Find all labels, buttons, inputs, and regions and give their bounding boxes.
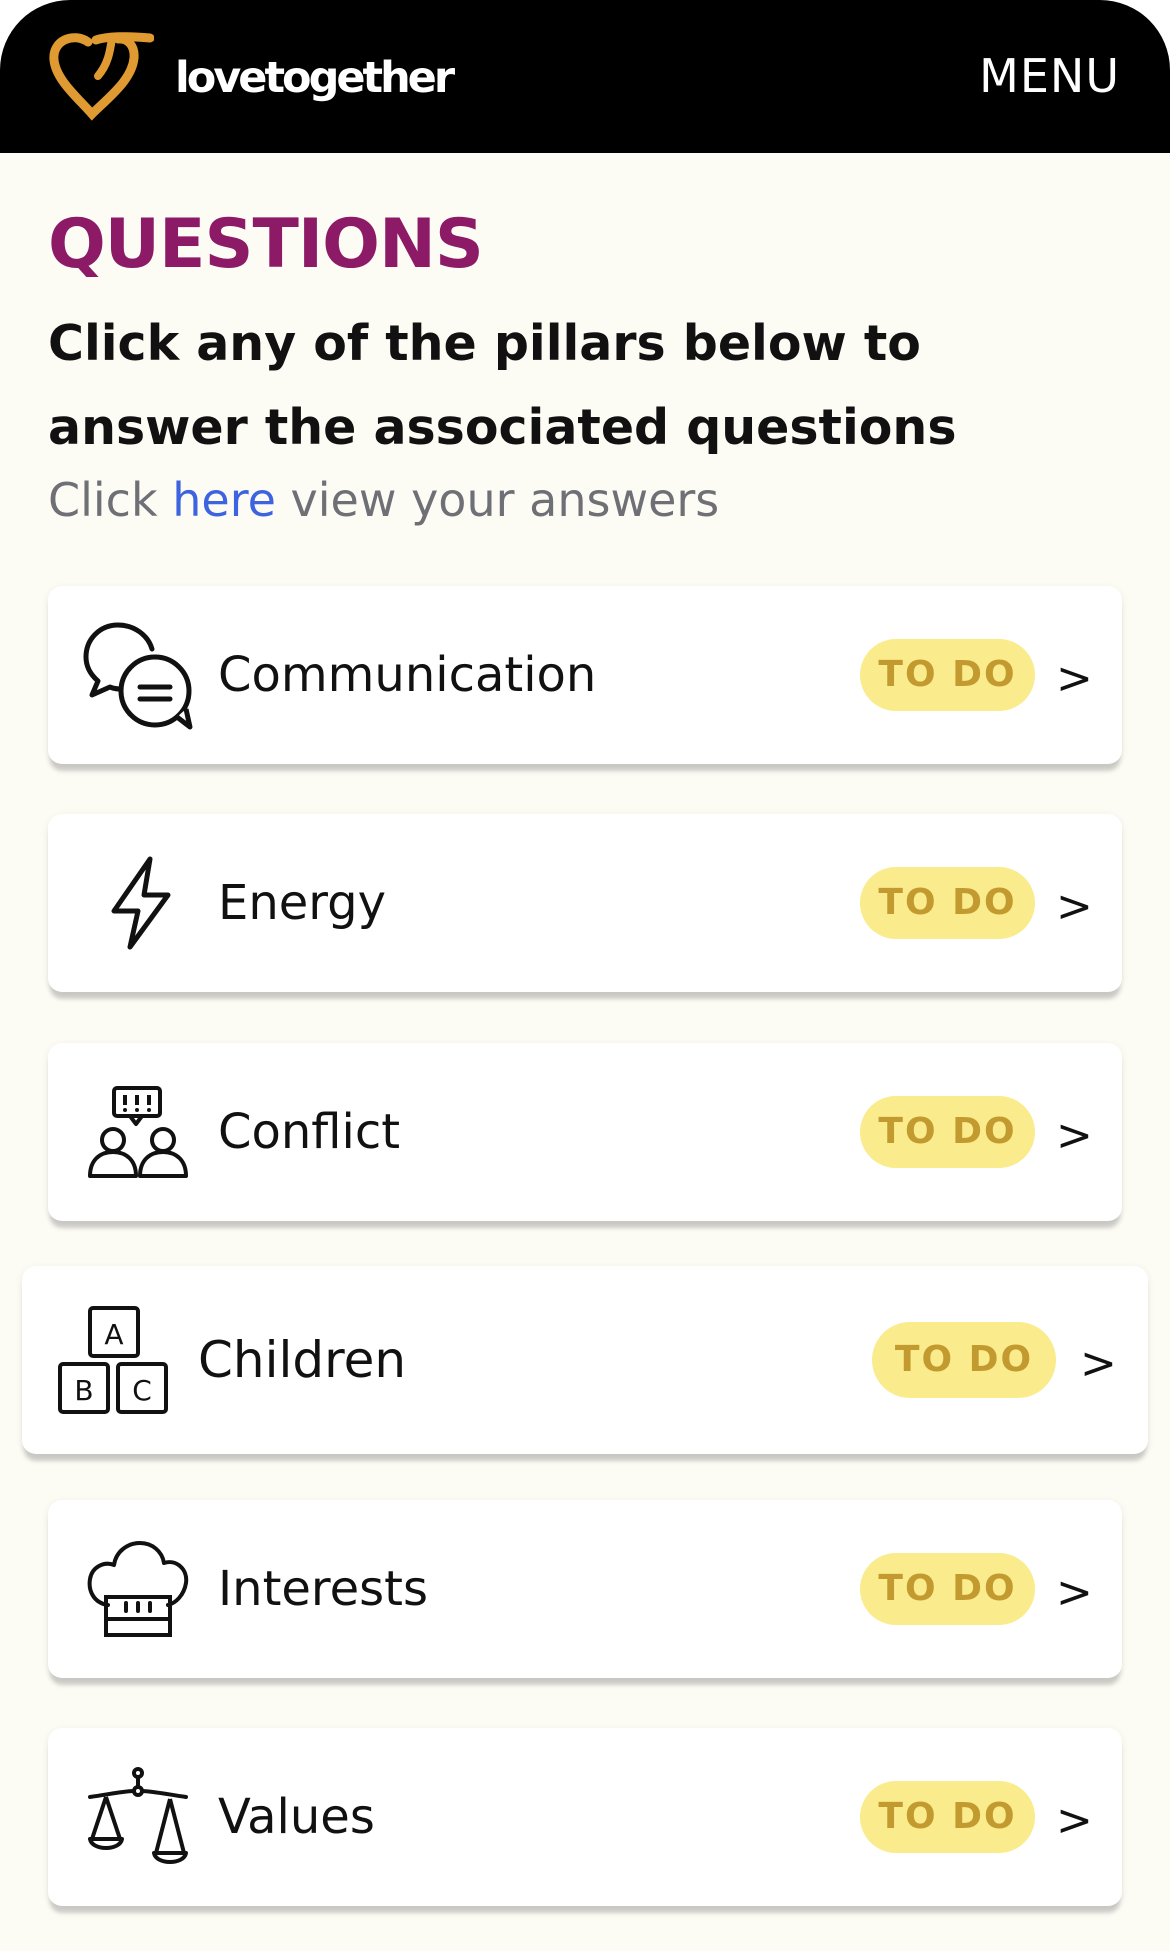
heart-logo-icon[interactable] [46,30,154,122]
pillar-label: Energy [218,875,387,931]
pillar-label: Values [218,1789,375,1845]
pillar-card-communication[interactable]: Communication TO DO > [48,586,1122,764]
status-badge: TO DO [860,867,1035,939]
pillar-label: Children [198,1331,407,1389]
top-bar: lovetogether MENU [0,0,1170,153]
abc-blocks-icon: A B C [58,1306,168,1414]
instructions-text: Click any of the pillars below to answer… [48,315,957,456]
chevron-right-icon: > [1080,1338,1117,1389]
status-badge: TO DO [860,1781,1035,1853]
pillar-card-energy[interactable]: Energy TO DO > [48,814,1122,992]
lightning-bolt-icon [111,856,171,950]
status-badge: TO DO [860,1553,1035,1625]
chevron-right-icon: > [1056,1795,1093,1846]
status-badge: TO DO [872,1322,1056,1398]
view-answers-link[interactable]: here [172,473,276,527]
page-title: QUESTIONS [48,205,484,284]
view-answers-prefix: Click [48,473,158,527]
chat-bubbles-icon [83,622,193,730]
pillar-card-interests[interactable]: Interests TO DO > [48,1500,1122,1678]
pillar-label: Conflict [218,1104,401,1160]
pillar-card-values[interactable]: Values TO DO > [48,1728,1122,1906]
chevron-right-icon: > [1056,1567,1093,1618]
chevron-right-icon: > [1056,1110,1093,1161]
svg-text:B: B [74,1374,93,1407]
chef-hat-icon [87,1541,189,1637]
menu-button[interactable]: MENU [979,48,1120,104]
status-badge: TO DO [860,639,1035,711]
view-answers-line: Click here view your answers [48,470,719,530]
pillar-card-conflict[interactable]: Conflict TO DO > [48,1043,1122,1221]
pillar-label: Communication [218,647,597,703]
view-answers-suffix: view your answers [290,473,720,527]
chevron-right-icon: > [1056,881,1093,932]
svg-text:A: A [104,1318,123,1351]
people-arguing-icon [88,1086,188,1178]
pillar-label: Interests [218,1561,428,1617]
status-badge: TO DO [860,1096,1035,1168]
svg-text:C: C [132,1374,152,1407]
balance-scale-icon [88,1767,188,1864]
pillar-card-children[interactable]: A B C Children TO DO > [22,1266,1148,1454]
app-screen: lovetogether MENU QUESTIONS Click any of… [0,0,1170,1951]
brand-name[interactable]: lovetogether [175,48,455,108]
chevron-right-icon: > [1056,653,1093,704]
